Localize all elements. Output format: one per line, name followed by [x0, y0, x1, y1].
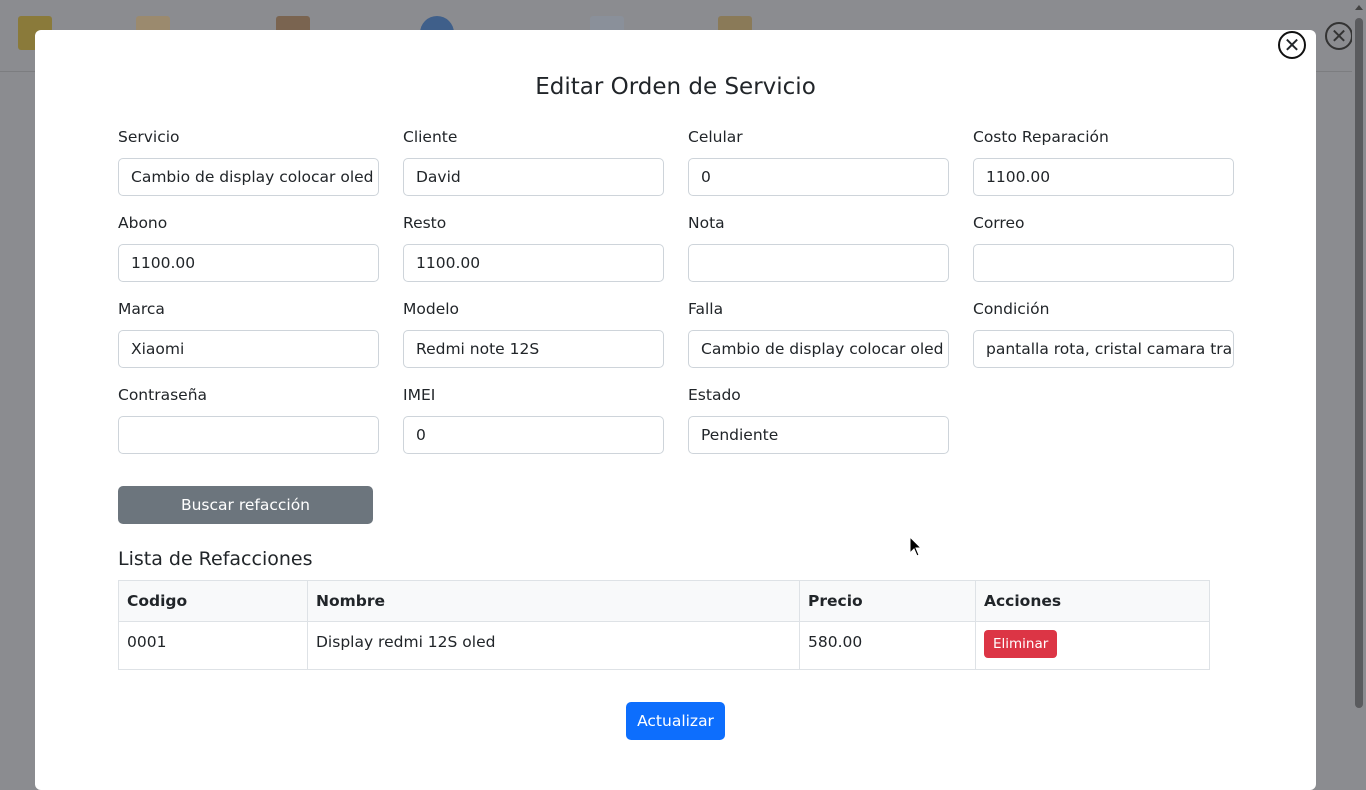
- condicion-input[interactable]: pantalla rota, cristal camara trasera: [973, 330, 1234, 368]
- cell-nombre: Display redmi 12S oled: [307, 621, 800, 670]
- cliente-label: Cliente: [403, 128, 458, 146]
- falla-label: Falla: [688, 300, 724, 318]
- table-row: 0001 Display redmi 12S oled 580.00 Elimi…: [118, 621, 1210, 670]
- estado-label: Estado: [688, 386, 741, 404]
- field-abono: Abono 1100.00: [118, 214, 379, 282]
- eliminar-button[interactable]: Eliminar: [984, 630, 1058, 658]
- field-costo-reparacion: Costo Reparación 1100.00: [973, 128, 1234, 196]
- field-servicio: Servicio Cambio de display colocar oled: [118, 128, 379, 196]
- header-nombre: Nombre: [307, 580, 800, 622]
- marca-input[interactable]: Xiaomi: [118, 330, 379, 368]
- field-resto: Resto 1100.00: [403, 214, 664, 282]
- nota-label: Nota: [688, 214, 725, 232]
- resto-input[interactable]: 1100.00: [403, 244, 664, 282]
- servicio-label: Servicio: [118, 128, 180, 146]
- header-precio: Precio: [799, 580, 976, 622]
- cell-codigo: 0001: [118, 621, 308, 670]
- background-close-icon: ✕: [1325, 22, 1353, 50]
- celular-input[interactable]: 0: [688, 158, 949, 196]
- celular-label: Celular: [688, 128, 743, 146]
- field-falla: Falla Cambio de display colocar oled: [688, 300, 949, 368]
- costo-reparacion-input[interactable]: 1100.00: [973, 158, 1234, 196]
- abono-input[interactable]: 1100.00: [118, 244, 379, 282]
- resto-label: Resto: [403, 214, 447, 232]
- cell-acciones: Eliminar: [975, 621, 1210, 670]
- cell-precio: 580.00: [799, 621, 976, 670]
- scrollbar-thumb[interactable]: [1355, 18, 1363, 708]
- costo-reparacion-label: Costo Reparación: [973, 128, 1109, 146]
- field-marca: Marca Xiaomi: [118, 300, 379, 368]
- close-modal-button[interactable]: ✕: [1278, 31, 1306, 59]
- falla-input[interactable]: Cambio de display colocar oled: [688, 330, 949, 368]
- refacciones-table: Codigo Nombre Precio Acciones 0001 Displ…: [118, 580, 1210, 670]
- refacciones-list-title: Lista de Refacciones: [118, 548, 313, 570]
- contrasena-input[interactable]: [118, 416, 379, 454]
- scrollbar[interactable]: [1352, 0, 1366, 768]
- header-codigo: Codigo: [118, 580, 308, 622]
- correo-label: Correo: [973, 214, 1025, 232]
- condicion-label: Condición: [973, 300, 1050, 318]
- field-contrasena: Contraseña: [118, 386, 379, 454]
- cliente-input[interactable]: David: [403, 158, 664, 196]
- modelo-label: Modelo: [403, 300, 460, 318]
- field-celular: Celular 0: [688, 128, 949, 196]
- header-acciones: Acciones: [975, 580, 1210, 622]
- correo-input[interactable]: [973, 244, 1234, 282]
- servicio-input[interactable]: Cambio de display colocar oled: [118, 158, 379, 196]
- actualizar-button[interactable]: Actualizar: [626, 702, 725, 740]
- field-modelo: Modelo Redmi note 12S: [403, 300, 664, 368]
- mouse-cursor-icon: [909, 536, 923, 557]
- table-header-row: Codigo Nombre Precio Acciones: [118, 580, 1210, 622]
- scroll-up-arrow[interactable]: [1355, 5, 1363, 10]
- edit-order-modal: ✕ Editar Orden de Servicio Servicio Cambi…: [35, 30, 1316, 790]
- modelo-input[interactable]: Redmi note 12S: [403, 330, 664, 368]
- estado-input[interactable]: Pendiente: [688, 416, 949, 454]
- modal-title: Editar Orden de Servicio: [535, 74, 816, 100]
- field-nota: Nota: [688, 214, 949, 282]
- abono-label: Abono: [118, 214, 168, 232]
- marca-label: Marca: [118, 300, 165, 318]
- field-correo: Correo: [973, 214, 1234, 282]
- imei-label: IMEI: [403, 386, 436, 404]
- buscar-refaccion-button[interactable]: Buscar refacción: [118, 486, 373, 524]
- nota-input[interactable]: [688, 244, 949, 282]
- field-condicion: Condición pantalla rota, cristal camara t…: [973, 300, 1234, 368]
- field-imei: IMEI 0: [403, 386, 664, 454]
- field-cliente: Cliente David: [403, 128, 664, 196]
- contrasena-label: Contraseña: [118, 386, 208, 404]
- field-estado: Estado Pendiente: [688, 386, 949, 454]
- imei-input[interactable]: 0: [403, 416, 664, 454]
